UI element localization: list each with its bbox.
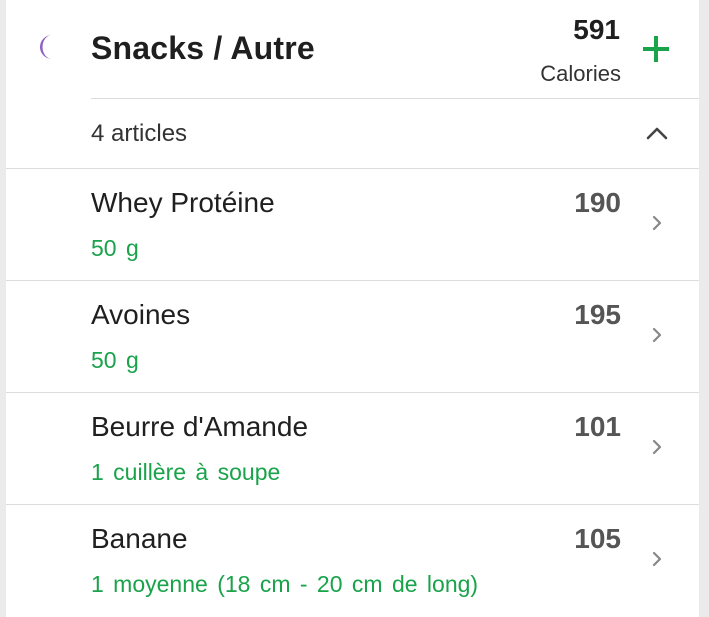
food-list: Whey Protéine 50 g 190 Avoines 50 g 195 … (6, 169, 699, 617)
food-serving: 1 cuillère à soupe (91, 459, 281, 485)
food-serving: 1 moyenne (18 cm - 20 cm de long) (91, 571, 479, 597)
chevron-right-icon (652, 215, 662, 231)
calories-label: Calories (540, 61, 621, 86)
chevron-right-icon (652, 327, 662, 343)
meal-title: Snacks / Autre (91, 30, 315, 66)
food-calories: 101 (574, 411, 621, 442)
food-name: Whey Protéine (91, 187, 275, 218)
food-calories: 195 (574, 299, 621, 330)
chevron-right-icon (652, 439, 662, 455)
meal-header: Snacks / Autre 591 Calories (6, 0, 699, 98)
food-calories: 105 (574, 523, 621, 554)
food-name: Avoines (91, 299, 191, 330)
chevron-up-icon (646, 127, 668, 140)
moon-icon (40, 35, 52, 59)
food-calories: 190 (574, 187, 621, 218)
food-item[interactable]: Beurre d'Amande 1 cuillère à soupe 101 (6, 393, 699, 505)
food-item[interactable]: Avoines 50 g 195 (6, 281, 699, 393)
food-name: Beurre d'Amande (91, 411, 309, 442)
add-food-button[interactable] (640, 33, 672, 65)
items-summary-toggle[interactable]: 4 articles (6, 99, 699, 168)
food-serving: 50 g (91, 347, 139, 373)
meal-card: Snacks / Autre 591 Calories 4 articles W… (6, 0, 699, 617)
meal-total-calories: 591 (573, 14, 620, 45)
chevron-right-icon (652, 551, 662, 567)
food-name: Banane (91, 523, 188, 554)
items-count-label: 4 articles (91, 120, 188, 147)
food-serving: 50 g (91, 235, 139, 261)
food-item[interactable]: Banane 1 moyenne (18 cm - 20 cm de long)… (6, 505, 699, 617)
food-item[interactable]: Whey Protéine 50 g 190 (6, 169, 699, 281)
